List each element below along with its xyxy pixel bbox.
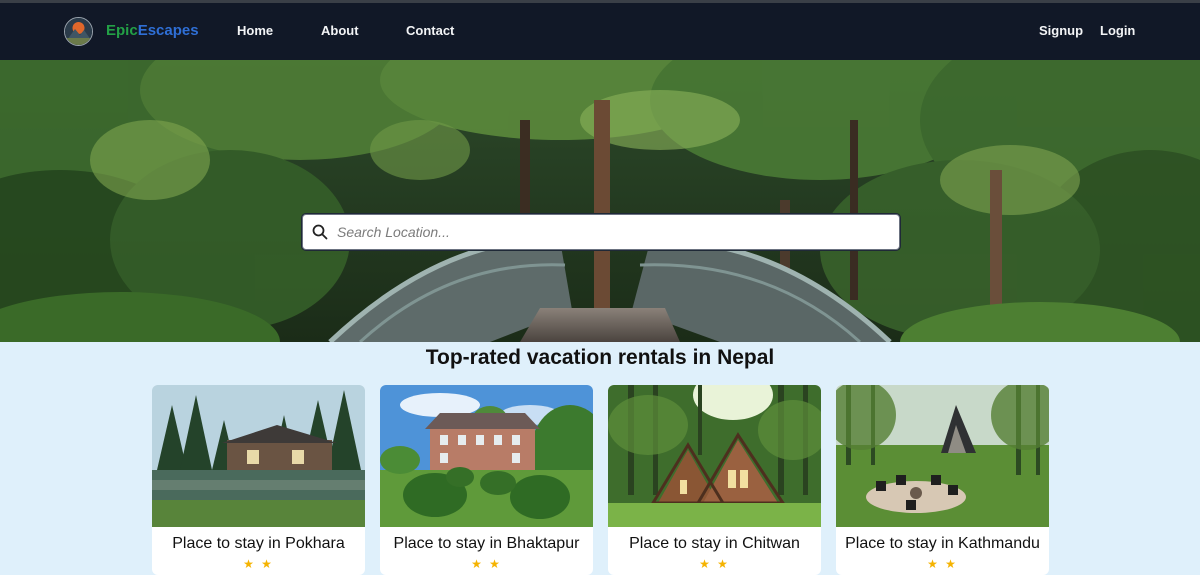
brand-name[interactable]: EpicEscapes xyxy=(106,22,199,39)
rental-card-bhaktapur[interactable]: Place to stay in Bhaktapur ★ ★ xyxy=(380,385,593,575)
rental-title: Place to stay in Chitwan xyxy=(629,535,800,552)
search-input[interactable] xyxy=(335,221,889,243)
hero-banner xyxy=(0,60,1200,342)
search-icon[interactable] xyxy=(312,224,328,240)
rental-image-chitwan xyxy=(608,385,821,527)
nav-link-about[interactable]: About xyxy=(321,23,359,38)
rating-stars-icon: ★ ★ xyxy=(471,557,502,571)
brand-name-part2: Escapes xyxy=(137,22,199,39)
rental-card-chitwan[interactable]: Place to stay in Chitwan ★ ★ xyxy=(608,385,821,575)
rental-card-pokhara[interactable]: Place to stay in Pokhara ★ ★ xyxy=(152,385,365,575)
rental-title: Place to stay in Kathmandu xyxy=(845,535,1040,552)
brand-logo-icon[interactable] xyxy=(64,17,93,46)
rating-stars-icon: ★ ★ xyxy=(243,557,274,571)
nav-link-home[interactable]: Home xyxy=(237,23,273,38)
section-title: Top-rated vacation rentals in Nepal xyxy=(425,346,775,369)
navbar: EpicEscapes Home About Contact Signup Lo… xyxy=(0,3,1200,60)
rating-stars-icon: ★ ★ xyxy=(699,557,730,571)
rating-stars-icon: ★ ★ xyxy=(927,557,958,571)
rental-card-kathmandu[interactable]: Place to stay in Kathmandu ★ ★ xyxy=(836,385,1049,575)
rental-image-kathmandu xyxy=(836,385,1049,527)
rental-title: Place to stay in Bhaktapur xyxy=(393,535,580,552)
nav-link-contact[interactable]: Contact xyxy=(406,23,454,38)
rental-image-pokhara xyxy=(152,385,365,527)
rental-title: Place to stay in Pokhara xyxy=(172,535,345,552)
search-bar[interactable] xyxy=(302,214,900,250)
rental-image-bhaktapur xyxy=(380,385,593,527)
login-link[interactable]: Login xyxy=(1100,23,1135,38)
hero-forest-bridge-image xyxy=(0,60,1200,342)
signup-link[interactable]: Signup xyxy=(1039,23,1083,38)
brand-name-part1: Epic xyxy=(106,22,138,39)
